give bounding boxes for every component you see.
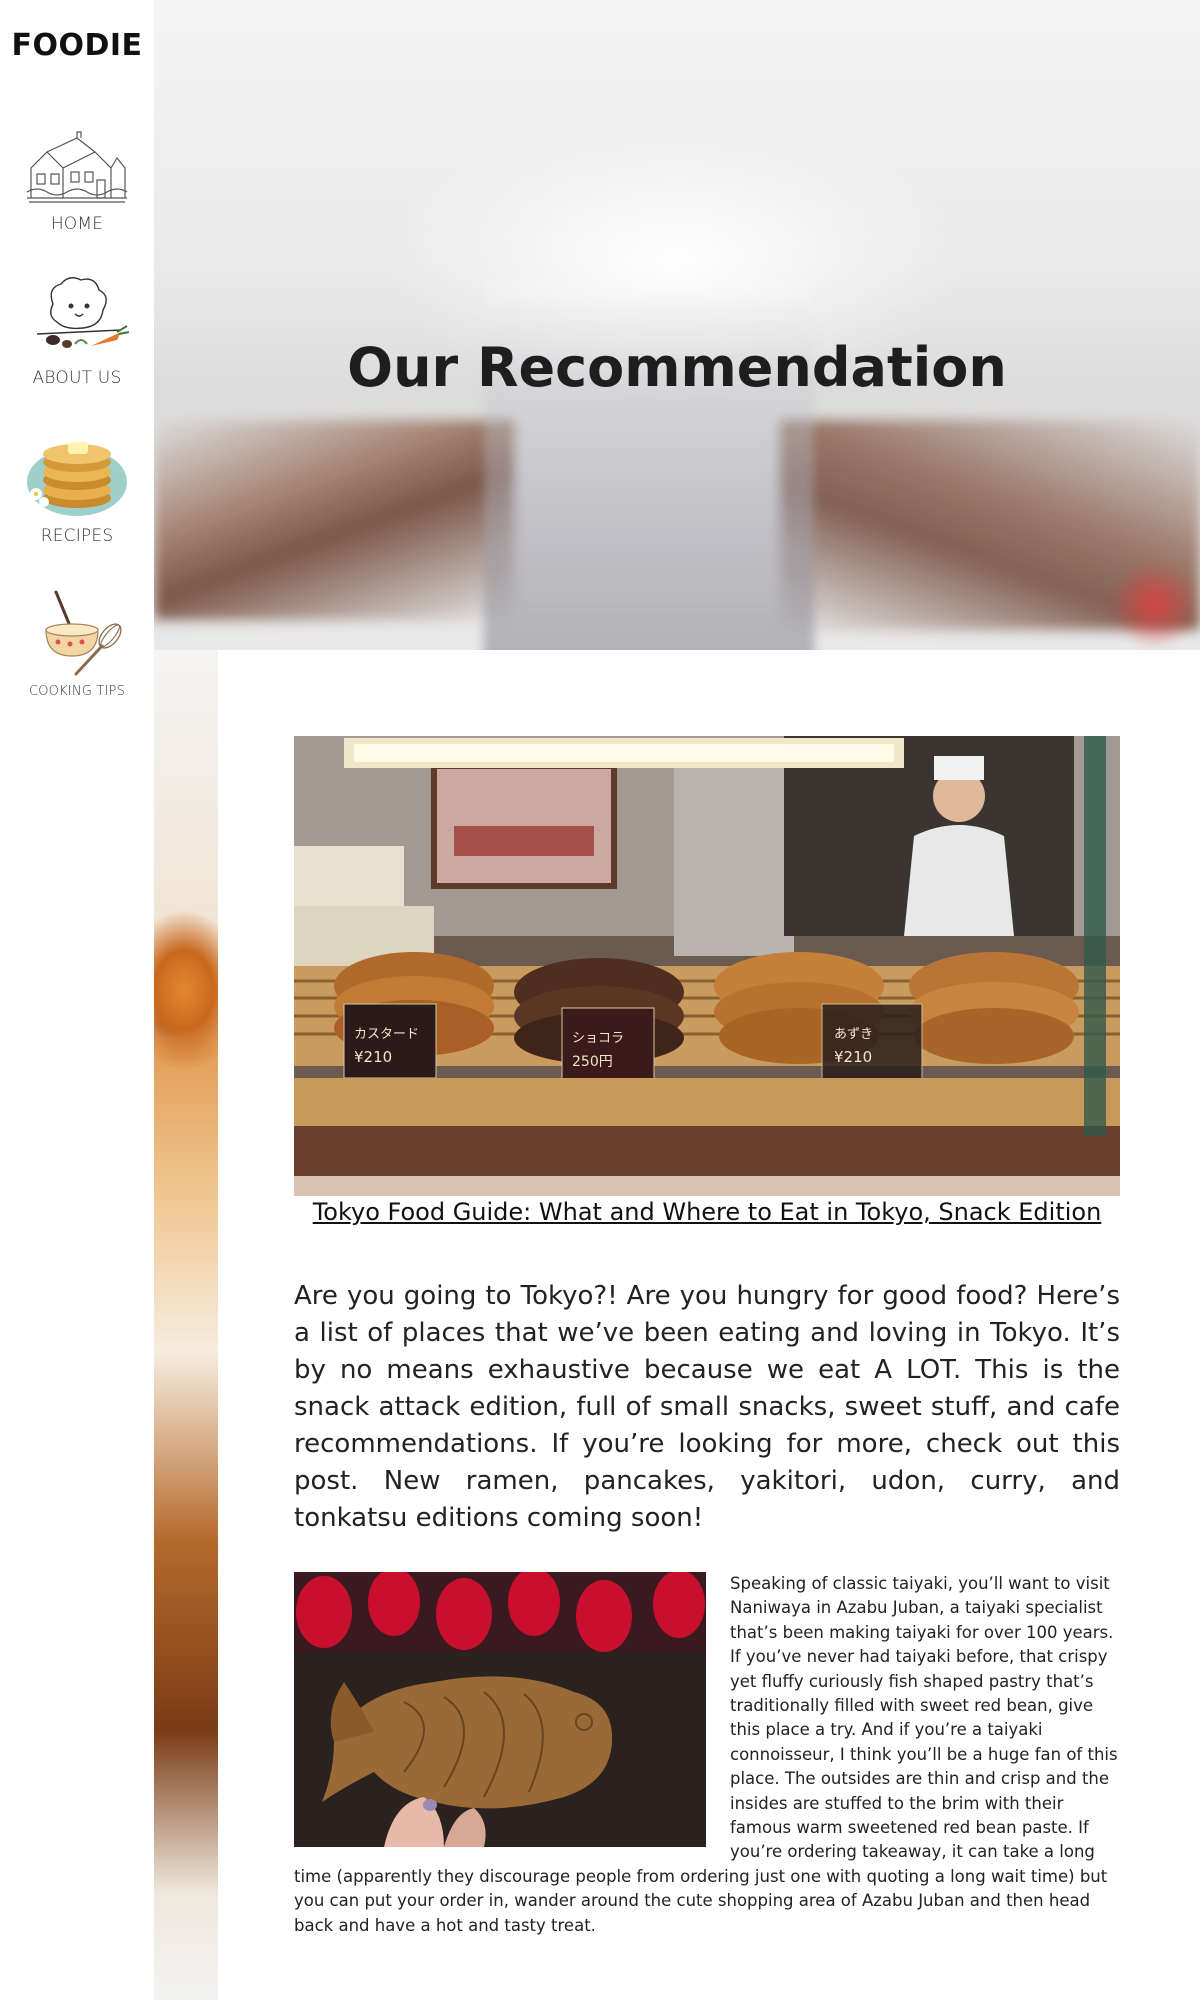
sidebar-item-home[interactable]: HOME bbox=[0, 128, 154, 234]
page-title: Our Recommendation bbox=[347, 336, 1007, 399]
house-sketch-icon bbox=[26, 131, 128, 203]
taiyaki-hand-image bbox=[294, 1572, 706, 1847]
article-main-image: カスタード ¥210 ショコラ 250円 あずき ¥210 bbox=[294, 736, 1120, 1196]
sidebar-item-about-us[interactable]: ABOUT US bbox=[0, 270, 154, 388]
hero-banner: Our Recommendation bbox=[154, 0, 1200, 650]
price-tag-price: ¥210 bbox=[354, 1048, 392, 1066]
sidebar-item-label: COOKING TIPS bbox=[28, 684, 126, 699]
sidebar-item-recipes[interactable]: RECIPES bbox=[0, 428, 154, 546]
sidebar-item-label: RECIPES bbox=[40, 526, 114, 546]
hero-background-blur bbox=[154, 420, 514, 620]
sidebar-item-label: HOME bbox=[50, 214, 104, 234]
mixing-bowl-whisk-icon bbox=[45, 590, 122, 676]
price-tag-name: ショコラ bbox=[572, 1031, 624, 1046]
article-card: カスタード ¥210 ショコラ 250円 あずき ¥210 Tokyo Food… bbox=[218, 650, 1200, 2000]
pancake-stack-icon bbox=[27, 442, 127, 516]
taiyaki-hand-illustration bbox=[294, 1572, 706, 1847]
article-title-link[interactable]: Tokyo Food Guide: What and Where to Eat … bbox=[294, 1198, 1120, 1226]
site-logo[interactable]: FOODIE bbox=[0, 28, 154, 63]
article-intro: Are you going to Tokyo?! Are you hungry … bbox=[294, 1281, 1120, 1533]
sidebar-nav: FOODIE HOME ABOUT US RECIPES COOKING TIP… bbox=[0, 0, 154, 2000]
background-food-strip bbox=[154, 650, 218, 2000]
price-tag-name: あずき bbox=[834, 1027, 873, 1042]
price-tag-price: 250円 bbox=[572, 1054, 613, 1070]
price-tag-name: カスタード bbox=[354, 1027, 419, 1042]
article-section: Speaking of classic taiyaki, you’ll want… bbox=[294, 1572, 1120, 1938]
price-tag-price: ¥210 bbox=[834, 1048, 872, 1066]
sidebar-item-cooking-tips[interactable]: COOKING TIPS bbox=[0, 586, 154, 699]
taiyaki-display-illustration: カスタード ¥210 ショコラ 250円 あずき ¥210 bbox=[294, 736, 1120, 1196]
dog-chef-icon bbox=[36, 277, 130, 348]
sidebar-item-label: ABOUT US bbox=[32, 368, 122, 388]
hero-background-accent bbox=[1110, 560, 1200, 650]
